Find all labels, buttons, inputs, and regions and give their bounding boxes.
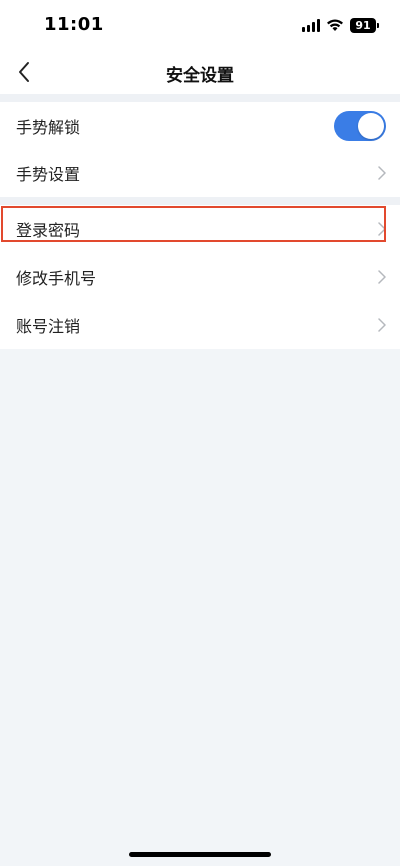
settings-row-change-phone[interactable]: 修改手机号 xyxy=(0,253,400,301)
row-label: 手势设置 xyxy=(16,165,81,184)
settings-row-login-password[interactable]: 登录密码 xyxy=(0,205,400,253)
row-label: 修改手机号 xyxy=(16,269,97,288)
page-title: 安全设置 xyxy=(166,66,234,86)
wifi-icon xyxy=(327,19,343,31)
status-icons: 91 xyxy=(302,16,379,34)
battery-icon: 91 xyxy=(350,17,379,33)
nav-bar: 安全设置 xyxy=(0,50,400,94)
group-gap xyxy=(0,197,400,205)
row-label: 账号注销 xyxy=(16,317,81,336)
status-bar: 11:01 91 xyxy=(0,0,400,50)
divider xyxy=(0,94,400,102)
settings-list: 手势解锁 手势设置 登录密码 修改手机号 账号注销 xyxy=(0,102,400,349)
home-indicator xyxy=(129,852,271,857)
settings-row-gesture-settings[interactable]: 手势设置 xyxy=(0,149,400,197)
chevron-right-icon xyxy=(378,270,386,284)
settings-row-delete-account[interactable]: 账号注销 xyxy=(0,301,400,349)
row-label: 登录密码 xyxy=(16,221,81,240)
settings-row-gesture-unlock[interactable]: 手势解锁 xyxy=(0,102,400,149)
chevron-right-icon xyxy=(378,318,386,332)
chevron-right-icon xyxy=(378,166,386,180)
status-time: 11:01 xyxy=(44,14,104,35)
signal-icon xyxy=(302,18,320,32)
gesture-unlock-toggle[interactable] xyxy=(334,110,386,141)
toggle-knob xyxy=(358,112,384,139)
row-label: 手势解锁 xyxy=(16,117,81,137)
chevron-right-icon xyxy=(378,222,386,236)
battery-level: 91 xyxy=(355,18,371,32)
